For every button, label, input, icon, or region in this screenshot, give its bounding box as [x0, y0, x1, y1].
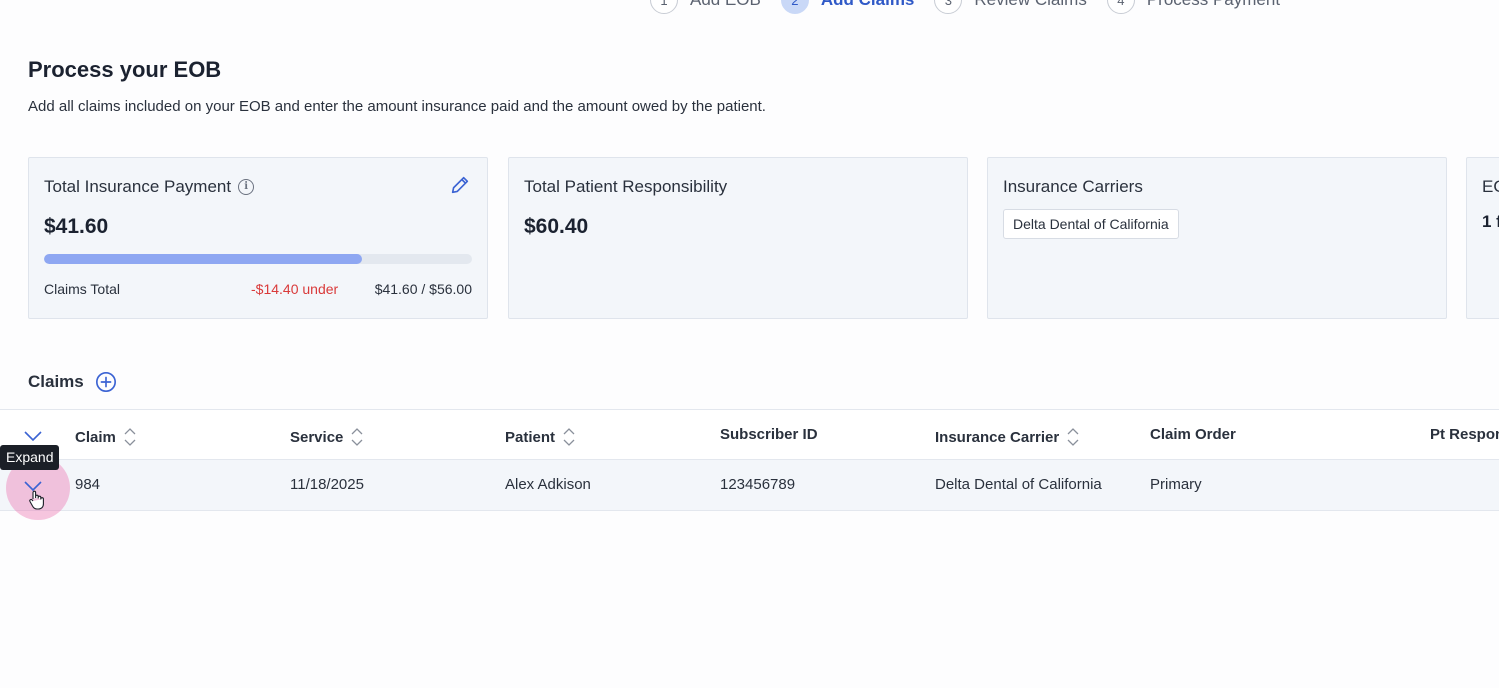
column-patient[interactable]: Patient [505, 426, 575, 448]
column-label: Claim Order [1150, 426, 1236, 443]
step-label: Add Claims [821, 0, 915, 10]
step-number: 3 [934, 0, 963, 14]
card-title: Total Patient Responsibility [524, 177, 728, 196]
cell-claim: 984 [75, 476, 101, 493]
claims-ratio: $41.60 / $56.00 [374, 281, 472, 297]
column-pt-responsibility: Pt Respon [1430, 426, 1499, 443]
column-service[interactable]: Service [290, 426, 363, 448]
insurance-payment-amount: $41.60 [44, 215, 109, 238]
step-label: Add EOB [690, 0, 761, 10]
patient-responsibility-card: Total Patient Responsibility $60.40 [508, 157, 968, 319]
step-review-claims[interactable]: 3 Review Claims [934, 0, 1087, 14]
column-label: Insurance Carrier [935, 428, 1060, 446]
sort-icon[interactable] [563, 426, 575, 448]
insurance-payment-card: Total Insurance Payment i $41.60 Claims … [28, 157, 488, 319]
claims-total-label: Claims Total [44, 281, 120, 297]
claims-heading-text: Claims [28, 372, 84, 391]
step-label: Review Claims [974, 0, 1086, 10]
column-label: Service [290, 428, 344, 446]
column-label: Patient [505, 428, 556, 446]
insurance-carriers-card: Insurance Carriers Delta Dental of Calif… [987, 157, 1447, 319]
patient-responsibility-amount: $60.40 [524, 215, 589, 238]
cell-service: 11/18/2025 [290, 476, 364, 493]
claims-table-header: Claim Service Patient Subscriber ID Insu… [0, 409, 1499, 460]
claims-progress-bar [44, 254, 472, 264]
card-title: Insurance Carriers [1003, 177, 1143, 196]
sort-icon[interactable] [1067, 426, 1079, 448]
hand-cursor-icon [29, 490, 44, 510]
column-label: Pt Respon [1430, 426, 1499, 443]
column-claim[interactable]: Claim [75, 426, 136, 448]
table-row[interactable]: 984 11/18/2025 Alex Adkison 123456789 De… [0, 460, 1499, 511]
cell-claim-order: Primary [1150, 476, 1202, 493]
column-label: Claim [75, 428, 116, 446]
card-title-text: Total Insurance Payment [44, 177, 232, 196]
sort-icon[interactable] [351, 426, 363, 448]
info-icon[interactable]: i [238, 179, 255, 195]
sort-icon[interactable] [124, 426, 136, 448]
column-subscriber-id: Subscriber ID [720, 426, 818, 443]
column-claim-order: Claim Order [1150, 426, 1236, 443]
eob-card-partial: EO 1 f [1466, 157, 1499, 319]
column-insurance-carrier[interactable]: Insurance Carrier [935, 426, 1079, 448]
claims-progress-fill [44, 254, 362, 264]
card-title: EO [1482, 177, 1499, 196]
step-number: 4 [1106, 0, 1135, 14]
carrier-chip: Delta Dental of California [1003, 209, 1179, 239]
expand-tooltip: Expand [0, 445, 60, 470]
page-subtitle: Add all claims included on your EOB and … [28, 98, 766, 115]
expand-all-chevron-icon[interactable] [23, 429, 43, 443]
cell-patient: Alex Adkison [505, 476, 591, 493]
cell-subscriber-id: 123456789 [720, 476, 796, 493]
card-value: 1 f [1482, 212, 1499, 231]
page-title: Process your EOB [28, 57, 222, 82]
step-add-eob[interactable]: 1 Add EOB [650, 0, 761, 14]
claims-heading: Claims [28, 371, 117, 393]
pencil-icon[interactable] [449, 174, 471, 196]
add-claim-icon[interactable] [95, 371, 117, 393]
cell-insurance-carrier: Delta Dental of California [935, 476, 1102, 493]
under-amount: -$14.40 under [251, 281, 339, 297]
card-title: Total Insurance Payment i [44, 177, 255, 197]
column-label: Subscriber ID [720, 426, 818, 443]
step-number: 2 [780, 0, 809, 14]
stepper: 1 Add EOB 2 Add Claims 3 Review Claims 4… [650, 0, 1300, 14]
step-number: 1 [650, 0, 678, 14]
step-add-claims[interactable]: 2 Add Claims [780, 0, 915, 14]
step-label: Process Payment [1147, 0, 1280, 10]
step-process-payment[interactable]: 4 Process Payment [1106, 0, 1280, 14]
